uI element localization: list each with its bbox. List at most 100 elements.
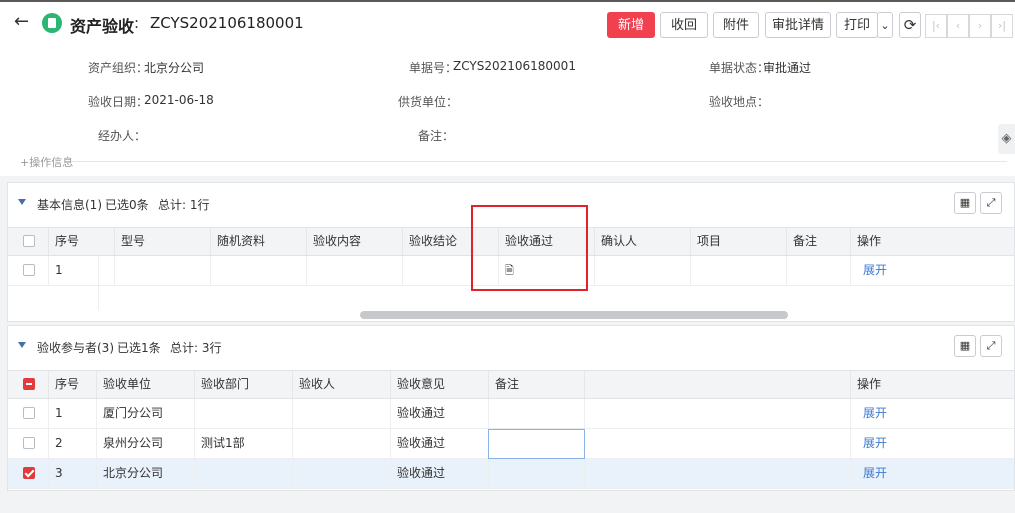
doc-status-label: 单据状态： <box>709 61 770 75</box>
column-header: 验收部门 <box>195 371 293 398</box>
first-record-icon[interactable]: |‹ <box>925 14 947 38</box>
participants-table-header: 序号 验收单位 验收部门 验收人 验收意见 备注 操作 <box>8 370 1014 399</box>
horizontal-scrollbar[interactable] <box>360 311 788 319</box>
page-header: ← 资产验收 : ZCYS202106180001 新增 收回 附件 审批详情 … <box>0 2 1015 44</box>
operation-info-divider <box>72 161 1007 162</box>
next-record-icon[interactable]: › <box>969 14 991 38</box>
grid-icon[interactable]: ▦ <box>954 335 976 357</box>
column-header: 验收单位 <box>97 371 195 398</box>
column-header: 序号 <box>49 228 115 255</box>
layers-icon[interactable]: ◈ <box>998 124 1015 154</box>
remark-cell[interactable] <box>489 399 585 428</box>
participants-total: 总计: 3行 <box>170 341 222 355</box>
dept-cell[interactable] <box>195 459 293 488</box>
accept-location-label: 验收地点： <box>709 95 770 109</box>
spacer-cell <box>585 429 851 458</box>
document-status-icon <box>42 13 62 33</box>
column-header: 随机资料 <box>211 228 307 255</box>
table-row[interactable]: 2 泉州分公司 测试1部 验收通过 展开 <box>8 429 1014 459</box>
basic-info-selected: 已选0条 <box>105 198 149 212</box>
empty-cell <box>8 286 99 310</box>
document-form: 资产组织： 北京分公司 单据号： ZCYS202106180001 单据状态： … <box>0 44 1015 176</box>
previous-record-icon[interactable]: ‹ <box>947 14 969 38</box>
supplier-label: 供货单位： <box>398 95 459 109</box>
model-cell[interactable] <box>115 256 211 285</box>
document-code: ZCYS202106180001 <box>150 14 304 32</box>
collapse-triangle-icon[interactable] <box>18 342 26 348</box>
column-header: 操作 <box>857 234 882 248</box>
basic-info-total: 总计: 1行 <box>158 198 210 212</box>
column-header: 备注 <box>489 371 585 398</box>
dept-cell[interactable] <box>195 399 293 428</box>
checkbox-cell <box>8 459 49 488</box>
seq-cell: 2 <box>49 429 97 458</box>
person-cell[interactable] <box>293 459 391 488</box>
participants-selected: 已选1条 <box>117 341 161 355</box>
column-header: 确认人 <box>595 228 691 255</box>
expand-link[interactable]: 展开 <box>851 256 1014 285</box>
asset-org-value: 北京分公司 <box>144 61 205 75</box>
seq-cell: 1 <box>49 256 99 285</box>
column-header: 验收内容 <box>307 228 403 255</box>
column-header: 备注 <box>787 228 851 255</box>
print-button[interactable]: 打印 <box>836 12 878 38</box>
basic-info-title: 基本信息(1) <box>37 198 102 212</box>
remark-cell[interactable] <box>489 459 585 488</box>
spacer-cell <box>585 399 851 428</box>
content-cell[interactable] <box>307 256 403 285</box>
new-button[interactable]: 新增 <box>607 12 655 38</box>
checkbox-column <box>8 371 49 398</box>
seq-cell: 1 <box>49 399 97 428</box>
confirmer-cell[interactable] <box>595 256 691 285</box>
opinion-cell[interactable]: 验收通过 <box>391 399 489 428</box>
refresh-icon[interactable]: ⟳ <box>899 12 921 38</box>
column-header: 序号 <box>49 371 97 398</box>
recall-button[interactable]: 收回 <box>660 12 708 38</box>
unit-cell[interactable]: 北京分公司 <box>97 459 195 488</box>
column-header: 操作 <box>857 377 882 391</box>
unit-cell[interactable]: 厦门分公司 <box>97 399 195 428</box>
person-cell[interactable] <box>293 429 391 458</box>
remark-cell[interactable] <box>787 256 851 285</box>
table-row[interactable]: 1 厦门分公司 验收通过 展开 <box>8 399 1014 429</box>
print-dropdown-icon[interactable]: ⌄ <box>877 12 893 38</box>
participants-title: 验收参与者(3) <box>37 341 114 355</box>
back-arrow-icon[interactable]: ← <box>14 13 29 31</box>
participants-panel: 验收参与者(3) 已选1条 总计: 3行 ▦ ⤢ 序号 验收单位 验收部门 验收… <box>7 325 1015 491</box>
spacer-cell <box>99 256 115 285</box>
fullscreen-icon[interactable]: ⤢ <box>980 192 1002 214</box>
doc-status-value: 审批通过 <box>763 61 812 75</box>
opinion-cell[interactable]: 验收通过 <box>391 459 489 488</box>
expand-link[interactable]: 展开 <box>851 459 1014 488</box>
page-title: 资产验收 <box>70 17 135 36</box>
project-cell[interactable] <box>691 256 787 285</box>
operation-info-toggle[interactable]: +操作信息 <box>20 154 73 170</box>
doc-number-value: ZCYS202106180001 <box>453 59 576 73</box>
checkbox-cell <box>8 429 49 458</box>
random-doc-cell[interactable] <box>211 256 307 285</box>
handler-label: 经办人： <box>98 129 147 143</box>
column-header: 项目 <box>691 228 787 255</box>
expand-link[interactable]: 展开 <box>851 399 1014 428</box>
person-cell[interactable] <box>293 399 391 428</box>
collapse-triangle-icon[interactable] <box>18 199 26 205</box>
doc-number-label: 单据号： <box>409 61 458 75</box>
last-record-icon[interactable]: ›| <box>991 14 1013 38</box>
unit-cell[interactable]: 泉州分公司 <box>97 429 195 458</box>
column-header: 验收人 <box>293 371 391 398</box>
grid-icon[interactable]: ▦ <box>954 192 976 214</box>
fullscreen-icon[interactable]: ⤢ <box>980 335 1002 357</box>
table-row-selected[interactable]: 3 北京分公司 验收通过 展开 <box>8 459 1014 489</box>
checkbox-cell <box>8 399 49 428</box>
title-separator: : <box>134 14 140 32</box>
attachment-button[interactable]: 附件 <box>713 12 759 38</box>
spacer-cell <box>585 459 851 488</box>
remark-label: 备注： <box>418 129 455 143</box>
dept-cell[interactable]: 测试1部 <box>195 429 293 458</box>
column-header: 验收意见 <box>391 371 489 398</box>
opinion-cell[interactable]: 验收通过 <box>391 429 489 458</box>
approval-detail-button[interactable]: 审批详情 <box>765 12 831 38</box>
expand-link[interactable]: 展开 <box>851 429 1014 458</box>
checkbox-cell <box>8 256 49 285</box>
seq-cell: 3 <box>49 459 97 488</box>
